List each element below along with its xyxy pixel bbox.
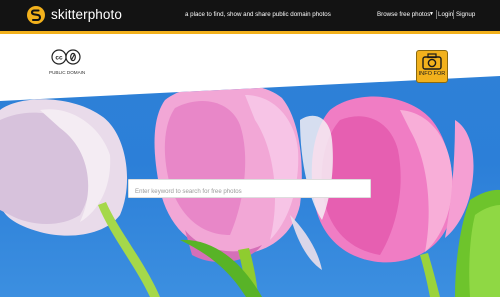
browse-photos-menu[interactable]: Browse free photos [377, 11, 430, 18]
site-tagline: a place to find, show and share public d… [185, 11, 331, 18]
nav-divider [453, 10, 454, 19]
top-nav-bar: skitterphoto a place to find, show and s… [0, 0, 500, 31]
tulips-illustration [0, 83, 500, 297]
signup-link[interactable]: Signup [456, 11, 475, 18]
brand-name[interactable]: skitterphoto [51, 7, 122, 22]
nav-divider [436, 10, 437, 19]
skitterphoto-logo-icon[interactable] [27, 6, 45, 24]
svg-text:cc: cc [55, 55, 63, 62]
info-for-photographers-button[interactable]: INFO FOR [416, 50, 448, 83]
public-domain-label: PUBLIC DOMAIN [49, 70, 86, 75]
chevron-down-icon[interactable]: ▼ [429, 11, 434, 17]
login-link[interactable]: Login [438, 11, 453, 18]
camera-icon [422, 53, 442, 70]
header-accent-stripe [0, 31, 500, 34]
creative-commons-icon: cc [51, 49, 81, 65]
hero-photo [0, 76, 500, 297]
info-for-label: INFO FOR [418, 71, 446, 77]
search-input[interactable] [128, 179, 371, 198]
